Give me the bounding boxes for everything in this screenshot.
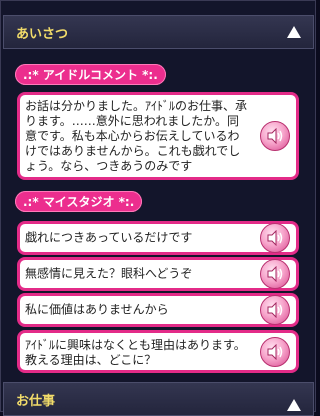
speaker-icon <box>266 302 284 318</box>
studio-line-card: 無感情に見えた？眼科へどうぞ <box>17 257 299 291</box>
studio-line-voice-button[interactable] <box>260 259 290 289</box>
my-studio-label: .:* マイスタジオ *:. <box>15 191 143 212</box>
studio-line-text: 私に価値はありませんから <box>25 302 169 317</box>
studio-line-card: ｱｲﾄﾞﾙに興味はなくとも理由はあります。教える理由は、どこに？ <box>17 330 299 373</box>
speaker-icon <box>266 266 284 282</box>
profile-panel: あいさつ .:* アイドルコメント *:. お話は分かりました。ｱｲﾄﾞﾙのお仕… <box>0 0 316 416</box>
speaker-icon <box>266 128 284 144</box>
studio-line-text: ｱｲﾄﾞﾙに興味はなくとも理由はあります。教える理由は、どこに？ <box>25 338 246 367</box>
idol-comment-label: .:* アイドルコメント *:. <box>15 64 166 85</box>
studio-line-voice-button[interactable] <box>260 295 290 325</box>
speaker-icon <box>266 230 284 246</box>
greeting-section-header[interactable]: あいさつ <box>3 15 314 49</box>
work-section-title: お仕事 <box>16 393 56 409</box>
speaker-icon <box>266 343 284 360</box>
studio-line-card: 私に価値はありませんから <box>17 293 299 327</box>
studio-line-text: 戯れにつきあっているだけです <box>25 230 193 245</box>
studio-line-card: 戯れにつきあっているだけです <box>17 221 299 255</box>
collapse-triangle-icon[interactable] <box>287 26 301 38</box>
greeting-section-title: あいさつ <box>16 26 69 42</box>
studio-line-text: 無感情に見えた？眼科へどうぞ <box>25 266 193 281</box>
idol-comment-voice-button[interactable] <box>260 121 290 151</box>
collapse-triangle-icon[interactable] <box>287 399 301 411</box>
idol-comment-text: お話は分かりました。ｱｲﾄﾞﾙのお仕事、承ります。……意外に思われましたか。同意… <box>25 99 248 173</box>
idol-comment-card: お話は分かりました。ｱｲﾄﾞﾙのお仕事、承ります。……意外に思われましたか。同意… <box>17 92 299 180</box>
studio-line-voice-button[interactable] <box>260 336 290 367</box>
work-section-header[interactable]: お仕事 <box>3 382 314 416</box>
studio-line-voice-button[interactable] <box>260 223 290 253</box>
